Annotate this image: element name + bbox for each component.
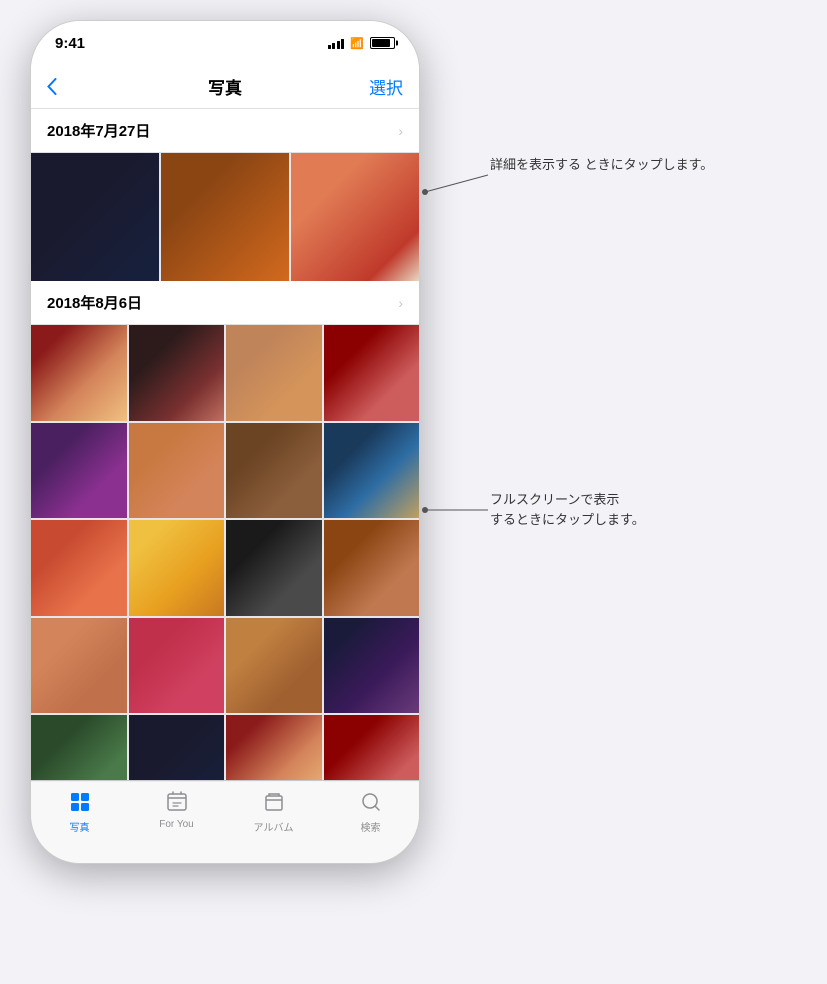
photo-cell[interactable] [129,618,225,714]
photo-cell[interactable] [324,715,420,782]
tab-photos[interactable]: 写真 [50,789,110,834]
tab-albums[interactable]: アルバム [244,789,304,834]
tab-photos-label: 写真 [70,819,90,834]
photo-cell[interactable] [31,325,127,421]
tab-bar: 写真 For You アルバム [31,780,419,863]
photo-cell[interactable] [161,153,289,281]
photo-cell[interactable] [31,715,127,782]
tab-search[interactable]: 検索 [341,789,401,834]
nav-title: 写真 [208,74,242,99]
section-1-header[interactable]: 2018年7月27日 › [31,109,419,153]
photo-cell[interactable] [129,325,225,421]
signal-icon [328,37,345,49]
photo-cell[interactable] [31,520,127,616]
section-2-chevron: › [398,295,403,311]
photo-cell[interactable] [324,618,420,714]
section-1-date: 2018年7月27日 [47,120,150,141]
photo-cell[interactable] [226,715,322,782]
status-icons: 📶 [328,37,395,50]
tab-for-you-label: For You [159,819,193,830]
annotation-detail: 詳細を表示する ときにタップします。 [490,155,713,175]
photo-cell[interactable] [226,520,322,616]
section-2: 2018年8月6日 › [31,281,419,782]
status-time: 9:41 [55,35,85,52]
status-bar: 9:41 📶 [31,21,419,65]
photo-cell[interactable] [226,618,322,714]
section-2-header[interactable]: 2018年8月6日 › [31,281,419,325]
photos-icon [67,789,93,815]
photo-cell[interactable] [129,715,225,782]
section-1-grid [31,153,419,281]
tab-search-label: 検索 [361,819,381,834]
photo-cell[interactable] [226,423,322,519]
nav-bar: 写真 選択 [31,65,419,109]
battery-icon [370,37,395,49]
tab-for-you[interactable]: For You [147,789,207,830]
photo-cell[interactable] [31,423,127,519]
photo-content[interactable]: 2018年7月27日 › 2018年8月6日 › [31,109,419,782]
section-2-grid [31,325,419,782]
photo-cell[interactable] [129,423,225,519]
photo-cell[interactable] [31,618,127,714]
section-1: 2018年7月27日 › [31,109,419,281]
select-button[interactable]: 選択 [369,74,403,99]
photo-cell[interactable] [324,423,420,519]
battery-fill [372,39,390,47]
annotation-fullscreen: フルスクリーンで表示するときにタップします。 [490,490,645,529]
phone-frame: 9:41 📶 写真 選択 2018年7月27日 [30,20,420,864]
wifi-icon: 📶 [350,37,364,50]
photo-cell[interactable] [324,520,420,616]
photo-cell[interactable] [31,153,159,281]
photo-cell[interactable] [129,520,225,616]
photo-cell[interactable] [324,325,420,421]
photo-cell[interactable] [291,153,419,281]
search-icon [358,789,384,815]
albums-icon [261,789,287,815]
for-you-icon [164,789,190,815]
section-1-chevron: › [398,123,403,139]
tab-albums-label: アルバム [254,819,294,834]
section-2-date: 2018年8月6日 [47,292,142,313]
photo-cell[interactable] [226,325,322,421]
back-button[interactable] [47,78,57,95]
